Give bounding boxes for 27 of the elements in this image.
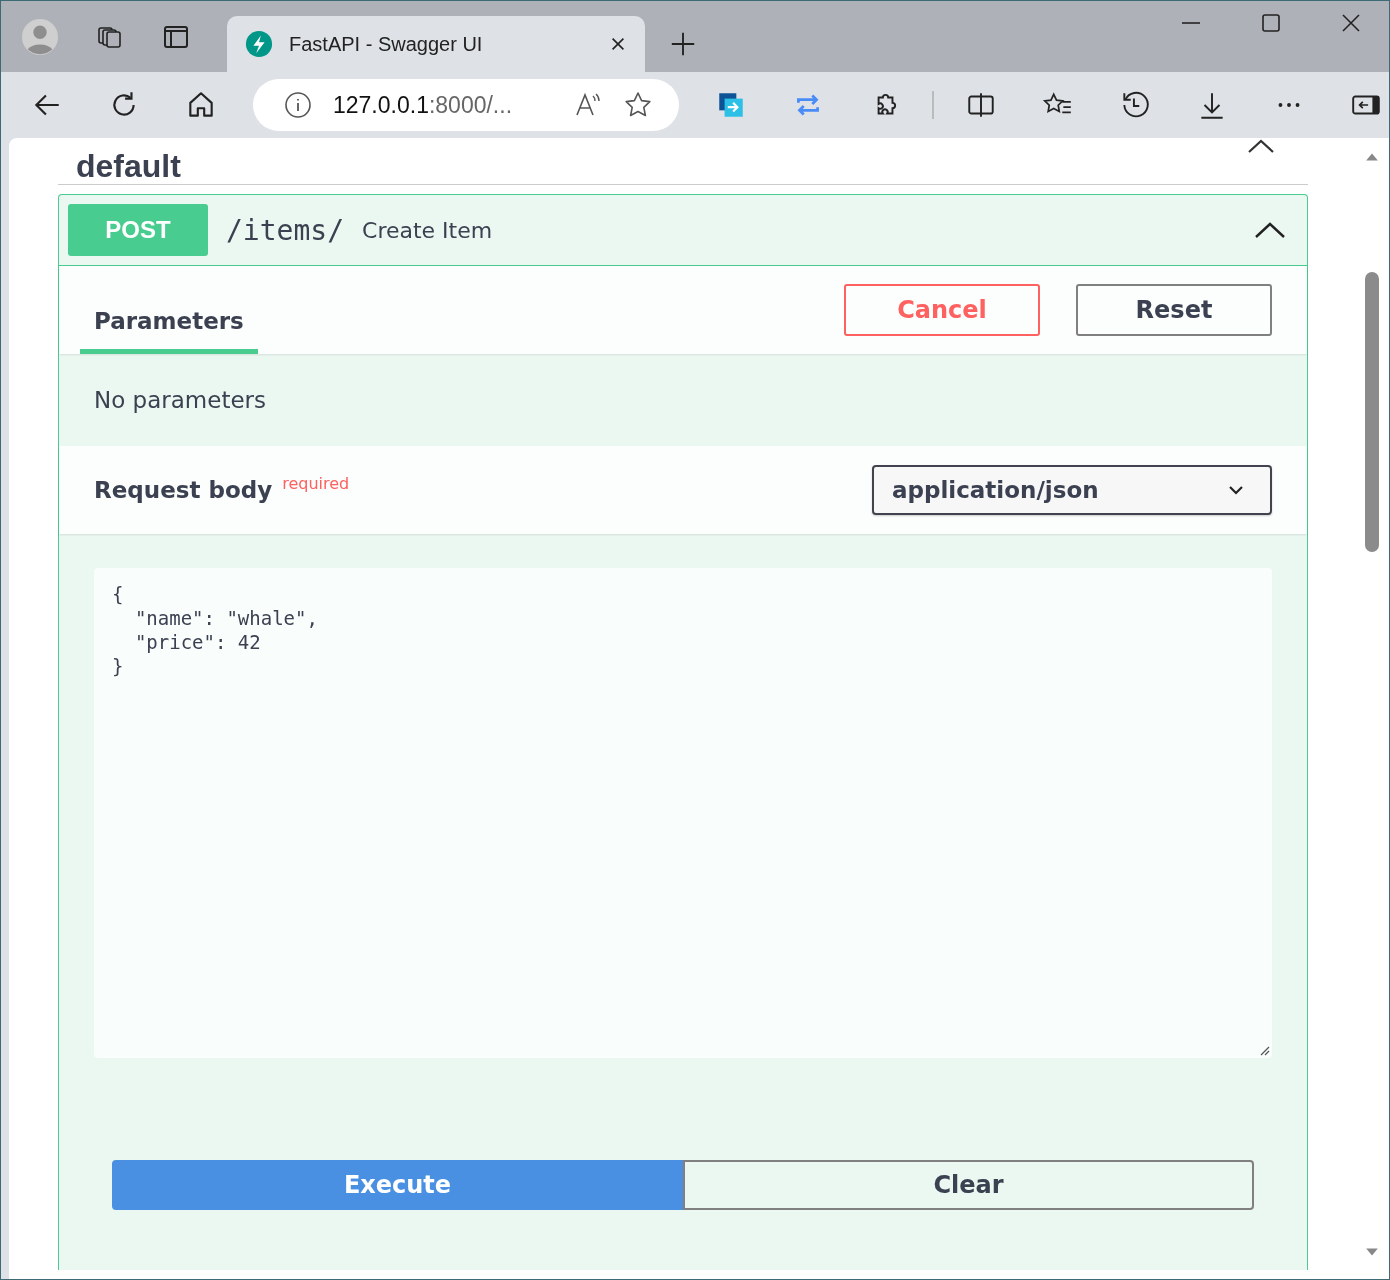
info-icon[interactable] — [283, 90, 313, 120]
content-type-select[interactable]: application/json — [872, 465, 1272, 515]
section-title[interactable]: default — [76, 150, 181, 184]
required-label: required — [282, 474, 350, 493]
lightning-logo-icon — [245, 30, 273, 58]
operation-summary: Create Item — [362, 217, 494, 243]
browser-tab[interactable]: FastAPI - Swagger UI — [227, 16, 645, 72]
no-parameters-text: No parameters — [94, 387, 266, 413]
scrollbar-thumb[interactable] — [1365, 272, 1379, 552]
scroll-up-icon[interactable] — [1365, 152, 1379, 162]
new-tab-icon[interactable] — [669, 30, 697, 58]
endpoint-path: /items/ — [226, 213, 344, 247]
resize-handle-icon[interactable] — [1258, 1044, 1270, 1056]
reset-button[interactable]: Reset — [1076, 284, 1272, 336]
scroll-down-icon[interactable] — [1365, 1247, 1379, 1257]
parameters-tab[interactable]: Parameters — [80, 266, 258, 354]
tab-title: FastAPI - Swagger UI — [289, 32, 484, 56]
method-badge: POST — [68, 204, 208, 256]
request-body-title: Request body — [94, 477, 273, 503]
address-bar[interactable]: 127.0.0.1:8000/... — [253, 79, 679, 131]
close-icon[interactable] — [609, 35, 627, 53]
chevron-icon[interactable] — [1253, 220, 1287, 240]
chevron-icon[interactable] — [1246, 138, 1276, 154]
url-text: 127.0.0.1:8000/... — [333, 91, 514, 119]
caret-icon — [1228, 485, 1244, 495]
request-body-editor[interactable]: { "name": "whale", "price": 42 } — [94, 568, 1272, 1058]
clear-button[interactable]: Clear — [683, 1160, 1254, 1210]
